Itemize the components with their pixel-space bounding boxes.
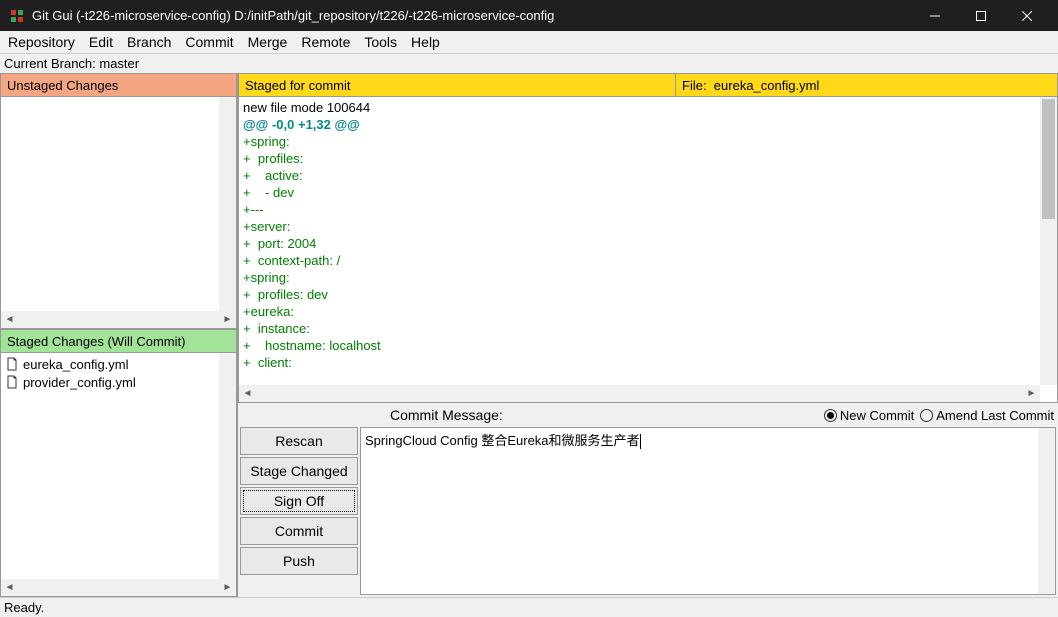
diff-file-label: File: [682, 78, 707, 93]
scrollbar-vertical[interactable] [1038, 428, 1055, 594]
diff-line: +spring: [243, 133, 1053, 150]
diff-line: + port: 2004 [243, 235, 1053, 252]
diff-line: + context-path: / [243, 252, 1053, 269]
scrollbar-horizontal[interactable]: ◄► [1, 579, 236, 596]
rescan-button[interactable]: Rescan [240, 427, 358, 455]
diff-line: +--- [243, 201, 1053, 218]
staged-file-name: eureka_config.yml [23, 357, 129, 372]
commit-message-input[interactable]: SpringCloud Config 整合Eureka和微服务生产者 [360, 427, 1056, 595]
diff-header-file: File: eureka_config.yml [676, 73, 1058, 97]
menu-edit[interactable]: Edit [89, 34, 113, 50]
close-button[interactable] [1004, 0, 1050, 31]
diff-line: +server: [243, 218, 1053, 235]
push-button[interactable]: Push [240, 547, 358, 575]
unstaged-list[interactable]: ◄► [0, 97, 237, 329]
status-bar: Ready. [0, 597, 1058, 617]
diff-line: +eureka: [243, 303, 1053, 320]
maximize-button[interactable] [958, 0, 1004, 31]
diff-line: + client: [243, 354, 1053, 371]
menu-tools[interactable]: Tools [364, 34, 397, 50]
diff-file-name: eureka_config.yml [714, 78, 820, 93]
menubar: Repository Edit Branch Commit Merge Remo… [0, 31, 1058, 53]
status-text: Ready. [4, 600, 44, 615]
radio-amend-commit[interactable]: Amend Last Commit [920, 408, 1054, 423]
sign-off-button[interactable]: Sign Off [240, 487, 358, 515]
window-title: Git Gui (-t226-microservice-config) D:/i… [32, 8, 912, 23]
commit-message-label: Commit Message: [390, 407, 503, 423]
file-icon [5, 357, 19, 371]
stage-changed-button[interactable]: Stage Changed [240, 457, 358, 485]
menu-branch[interactable]: Branch [127, 34, 171, 50]
diff-line: + profiles: dev [243, 286, 1053, 303]
diff-line: + active: [243, 167, 1053, 184]
scrollbar-vertical[interactable] [1040, 97, 1057, 385]
diff-line: + hostname: localhost [243, 337, 1053, 354]
staged-file-item[interactable]: provider_config.yml [1, 373, 236, 391]
staged-file-item[interactable]: eureka_config.yml [1, 355, 236, 373]
staged-file-name: provider_config.yml [23, 375, 136, 390]
current-branch-label: Current Branch: master [4, 56, 139, 71]
diff-line: new file mode 100644 [243, 99, 1053, 116]
branch-bar: Current Branch: master [0, 53, 1058, 73]
diff-line: +spring: [243, 269, 1053, 286]
radio-new-commit[interactable]: New Commit [824, 408, 914, 423]
file-icon [5, 375, 19, 389]
menu-commit[interactable]: Commit [185, 34, 233, 50]
minimize-button[interactable] [912, 0, 958, 31]
commit-message-text: SpringCloud Config 整合Eureka和微服务生产者 [365, 433, 640, 448]
scrollbar-horizontal[interactable]: ◄► [239, 385, 1040, 402]
diff-pane[interactable]: new file mode 100644@@ -0,0 +1,32 @@+spr… [238, 97, 1058, 403]
titlebar: Git Gui (-t226-microservice-config) D:/i… [0, 0, 1058, 31]
menu-repository[interactable]: Repository [8, 34, 75, 50]
menu-merge[interactable]: Merge [248, 34, 288, 50]
unstaged-header: Unstaged Changes [0, 73, 237, 97]
diff-line: + - dev [243, 184, 1053, 201]
scrollbar-horizontal[interactable]: ◄► [1, 311, 236, 328]
staged-list[interactable]: eureka_config.yml provider_config.yml ◄► [0, 353, 237, 597]
diff-header-left: Staged for commit [238, 73, 676, 97]
commit-button[interactable]: Commit [240, 517, 358, 545]
app-icon [8, 7, 26, 25]
diff-line: + profiles: [243, 150, 1053, 167]
scrollbar-vertical[interactable] [219, 97, 236, 311]
staged-header: Staged Changes (Will Commit) [0, 329, 237, 353]
diff-line: @@ -0,0 +1,32 @@ [243, 116, 1053, 133]
menu-help[interactable]: Help [411, 34, 440, 50]
menu-remote[interactable]: Remote [301, 34, 350, 50]
scrollbar-vertical[interactable] [219, 353, 236, 579]
diff-line: + instance: [243, 320, 1053, 337]
